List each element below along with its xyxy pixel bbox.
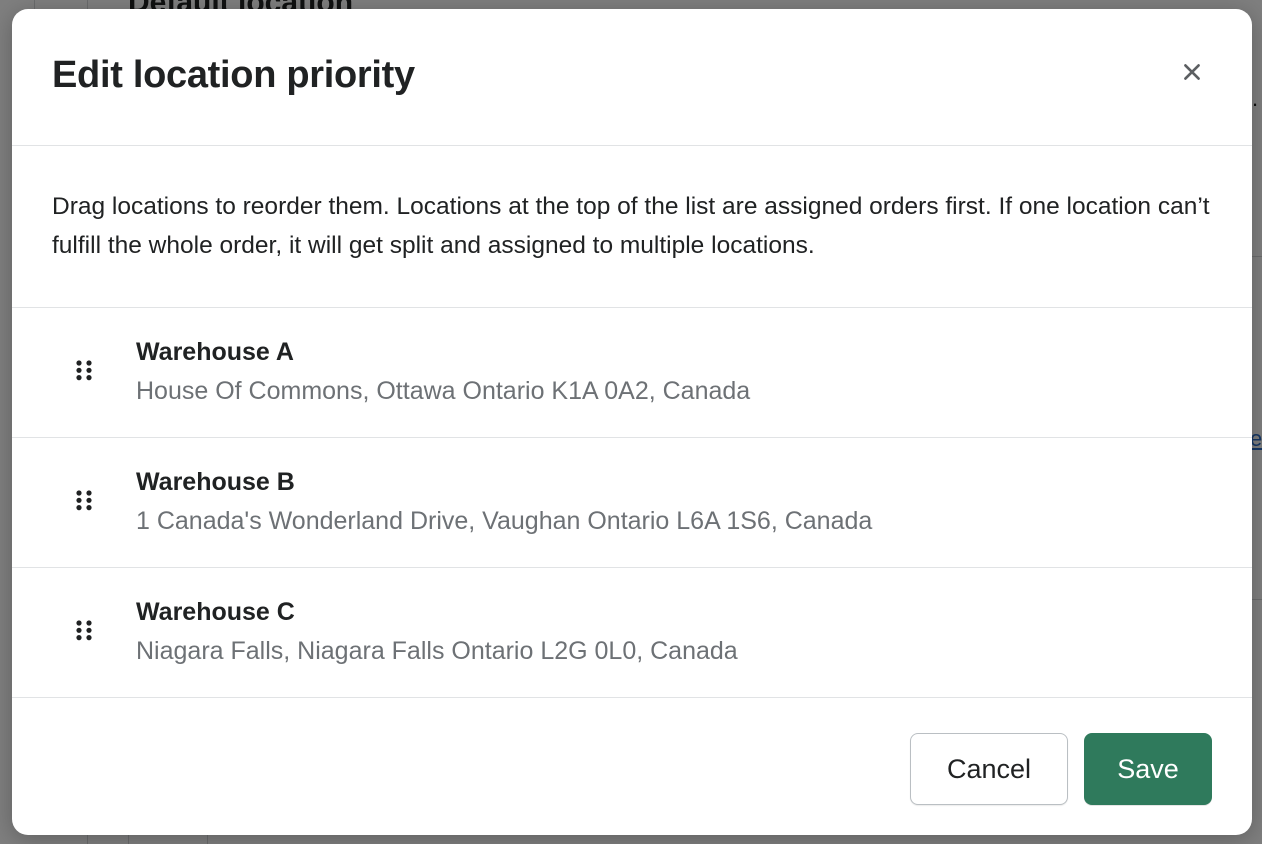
location-info: Warehouse A House Of Commons, Ottawa Ont… [136, 335, 750, 410]
modal-description: Drag locations to reorder them. Location… [12, 146, 1252, 308]
location-name: Warehouse A [136, 338, 294, 366]
save-button[interactable]: Save [1084, 733, 1212, 805]
location-info: Warehouse C Niagara Falls, Niagara Falls… [136, 595, 738, 670]
location-row-warehouse-b[interactable]: Warehouse B 1 Canada's Wonderland Drive,… [12, 438, 1252, 568]
cancel-button[interactable]: Cancel [910, 733, 1068, 805]
location-address: House Of Commons, Ottawa Ontario K1A 0A2… [136, 377, 751, 405]
location-list: Warehouse A House Of Commons, Ottawa Ont… [12, 308, 1252, 698]
close-button[interactable] [1170, 50, 1214, 94]
edit-location-priority-modal: Edit location priority Drag locations to… [12, 9, 1252, 835]
modal-header: Edit location priority [12, 9, 1252, 146]
location-address: 1 Canada's Wonderland Drive, Vaughan Ont… [136, 507, 873, 535]
modal-title: Edit location priority [52, 53, 415, 96]
location-address: Niagara Falls, Niagara Falls Ontario L2G… [136, 637, 738, 665]
location-info: Warehouse B 1 Canada's Wonderland Drive,… [136, 465, 872, 540]
drag-handle-icon[interactable] [72, 357, 96, 389]
modal-footer: Cancel Save [12, 699, 1252, 835]
location-row-warehouse-a[interactable]: Warehouse A House Of Commons, Ottawa Ont… [12, 308, 1252, 438]
drag-handle-icon[interactable] [72, 617, 96, 649]
drag-handle-icon[interactable] [72, 487, 96, 519]
location-name: Warehouse C [136, 598, 295, 626]
close-icon [1184, 64, 1200, 80]
location-row-warehouse-c[interactable]: Warehouse C Niagara Falls, Niagara Falls… [12, 568, 1252, 698]
location-name: Warehouse B [136, 468, 295, 496]
